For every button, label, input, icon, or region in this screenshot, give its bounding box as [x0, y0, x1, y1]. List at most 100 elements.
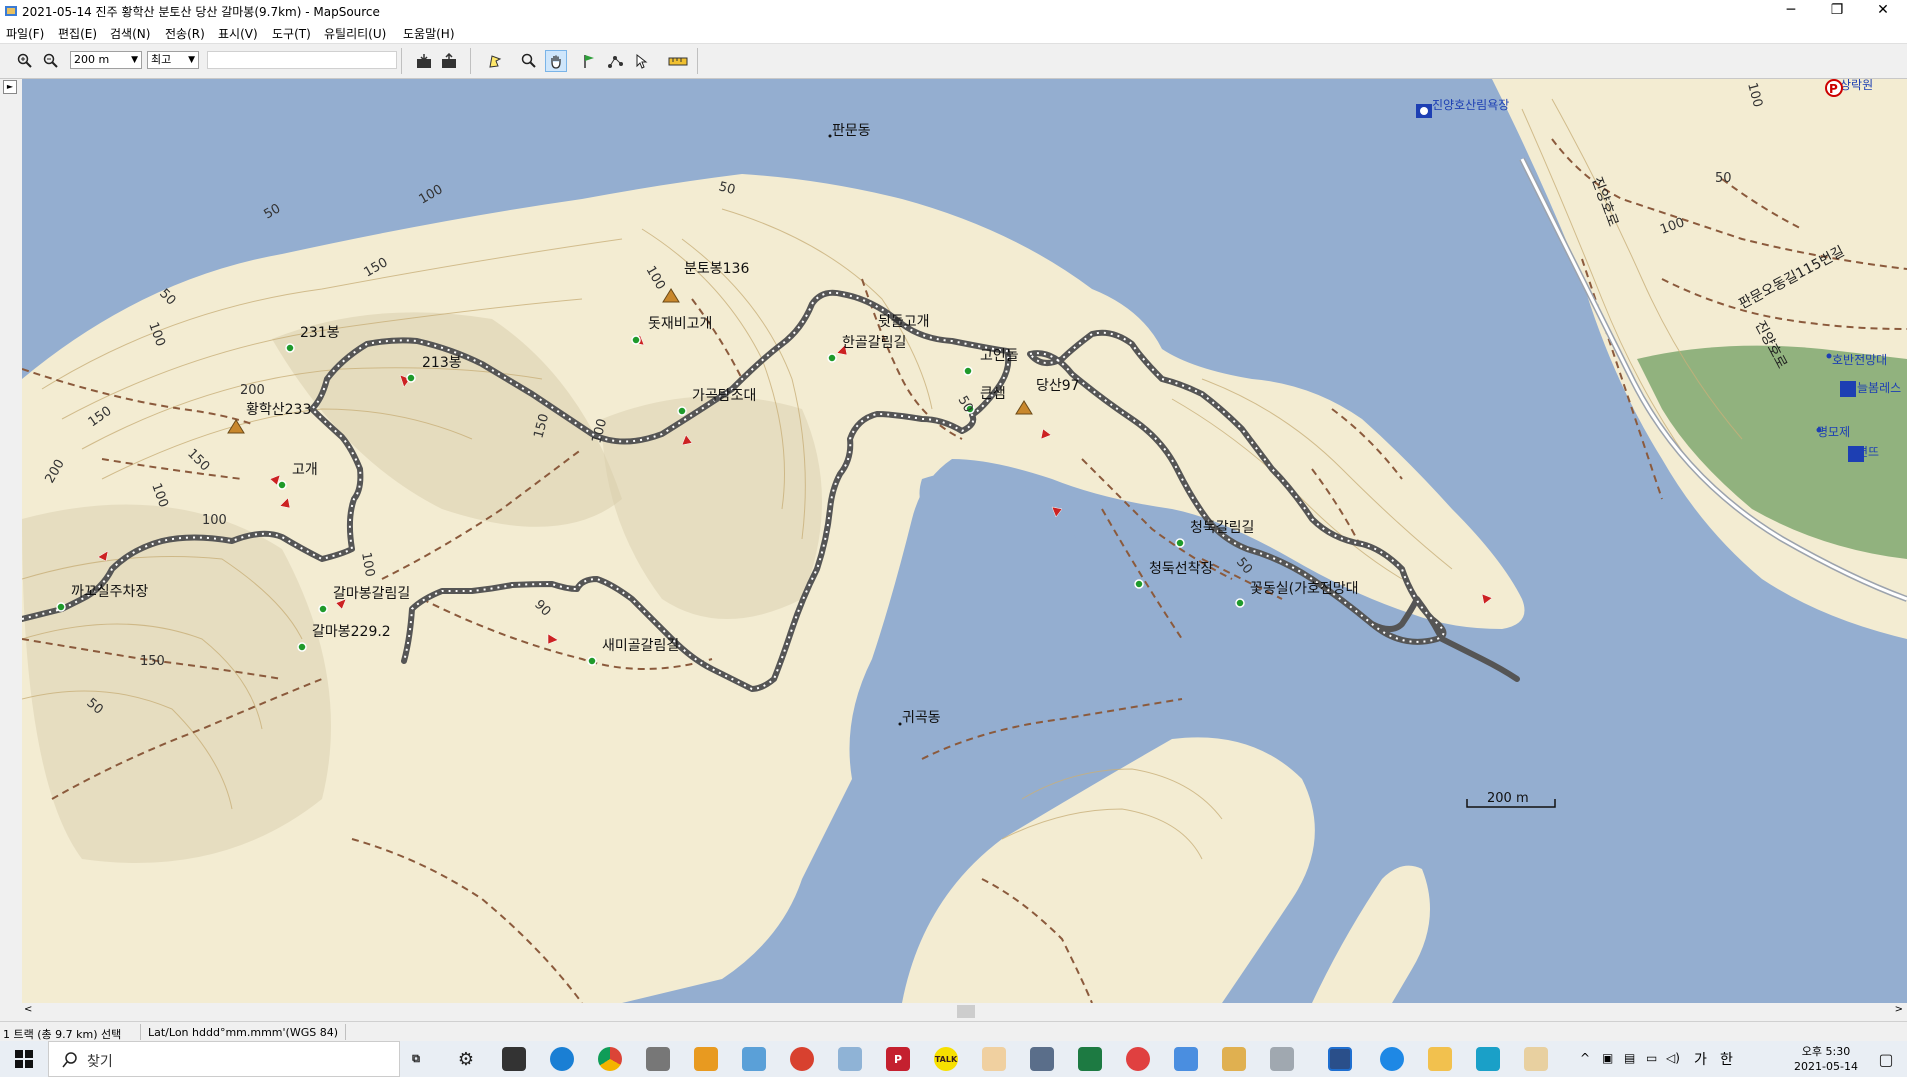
- map-view[interactable]: 분토봉136 돗재비고개 뒷들고개 한골갈림길 고인돌 당산97 큰샘 231봉…: [22, 79, 1907, 1003]
- edge-browser-icon[interactable]: [550, 1047, 574, 1071]
- mascot-app-icon[interactable]: [1222, 1047, 1246, 1071]
- chrome-browser-icon[interactable]: [598, 1047, 622, 1071]
- label-dotjaebigogae: 돗재비고개: [648, 316, 712, 332]
- windows-taskbar: 찾기 ⧉ ⚙ P TALK ^ ▣ ▤ ▭ ◁) 가 한 오후 5:30 202…: [0, 1041, 1907, 1077]
- pointer-tool-button[interactable]: [630, 50, 652, 72]
- label-saemigolgallimgil: 새미골갈림길: [602, 638, 679, 654]
- ruler-icon: [668, 57, 688, 66]
- svg-text:150: 150: [140, 654, 165, 669]
- restaurant-icon: [1840, 381, 1856, 397]
- label-231bong: 231봉: [300, 325, 340, 341]
- map-canvas[interactable]: 분토봉136 돗재비고개 뒷들고개 한골갈림길 고인돌 당산97 큰샘 231봉…: [22, 79, 1907, 1003]
- menu-utilities[interactable]: 유틸리티(U): [324, 25, 386, 42]
- poi-jinyangho-forest: 진양호산림욕장: [1432, 98, 1509, 112]
- pan-tool-button[interactable]: [545, 50, 567, 72]
- internet-explorer-icon[interactable]: [1380, 1047, 1404, 1071]
- zoom-scale-select[interactable]: 200 m ▼: [70, 51, 142, 69]
- tray-device-icon[interactable]: ▣: [1602, 1051, 1613, 1065]
- taskbar-search-box[interactable]: 찾기: [48, 1041, 400, 1077]
- scroll-right-icon[interactable]: >: [1895, 1004, 1903, 1015]
- map-horizontal-scrollbar[interactable]: < >: [22, 1003, 1907, 1020]
- zoom-in-button[interactable]: [14, 50, 36, 72]
- label-goindol: 고인돌: [980, 348, 1019, 364]
- network-tool-icon[interactable]: [646, 1047, 670, 1071]
- character-app-icon[interactable]: [982, 1047, 1006, 1071]
- route-tool-button[interactable]: [604, 50, 626, 72]
- language-indicator[interactable]: 한: [1720, 1049, 1733, 1069]
- clock-time: 오후 5:30: [1801, 1045, 1851, 1058]
- sun-app-icon[interactable]: [694, 1047, 718, 1071]
- poi-myeongmoje: 명모제: [1817, 425, 1850, 439]
- file-explorer-icon[interactable]: [1428, 1047, 1452, 1071]
- label-galmabong: 갈마봉229.2: [312, 624, 391, 640]
- ime-indicator[interactable]: 가: [1694, 1049, 1707, 1069]
- detail-level-value: 최고: [151, 53, 172, 66]
- spreadsheet-icon[interactable]: [1078, 1047, 1102, 1071]
- kakaotalk-icon[interactable]: TALK: [934, 1047, 958, 1071]
- start-button[interactable]: [0, 1041, 48, 1077]
- route-icon: [608, 56, 623, 68]
- drive-app-icon[interactable]: [838, 1047, 862, 1071]
- restore-button[interactable]: ❐: [1814, 0, 1860, 22]
- menu-bar: 파일(F) 편집(E) 검색(N) 전송(R) 표시(V) 도구(T) 유틸리티…: [0, 22, 1907, 44]
- send-to-device-button[interactable]: [438, 50, 460, 72]
- label-galmabonggallimgil: 갈마봉갈림길: [333, 586, 410, 602]
- volume-icon[interactable]: ◁): [1666, 1051, 1680, 1065]
- notification-icon[interactable]: ▢: [1874, 1047, 1898, 1071]
- waypoint-tool-button[interactable]: [578, 50, 600, 72]
- zoom-tool-button[interactable]: [518, 50, 540, 72]
- calculator-icon[interactable]: [1030, 1047, 1054, 1071]
- menu-search[interactable]: 검색(N): [110, 25, 150, 42]
- title-bar: 2021-05-14 진주 황학산 분토산 당산 갈마봉(9.7km) - Ma…: [0, 0, 1907, 22]
- blue-app-icon[interactable]: [1476, 1047, 1500, 1071]
- tool-app-icon[interactable]: [1270, 1047, 1294, 1071]
- p-app-icon[interactable]: P: [886, 1047, 910, 1071]
- settings-gear-icon[interactable]: ⚙: [454, 1047, 478, 1071]
- tray-network-icon[interactable]: ▤: [1624, 1051, 1635, 1065]
- minimize-button[interactable]: ─: [1768, 0, 1814, 22]
- red-app-icon[interactable]: [790, 1047, 814, 1071]
- device-send-icon: [442, 53, 456, 68]
- expand-panel-button[interactable]: ►: [3, 80, 17, 94]
- place-panmun-dong: 판문동: [832, 123, 871, 139]
- select-tool-button[interactable]: [484, 50, 506, 72]
- detail-level-select[interactable]: 최고 ▼: [147, 51, 199, 69]
- tray-chevron-icon[interactable]: ^: [1580, 1051, 1590, 1065]
- close-button[interactable]: ✕: [1860, 0, 1906, 22]
- image-viewer-icon[interactable]: [742, 1047, 766, 1071]
- label-cheongdukgallimgil: 청둑갈림길: [1190, 520, 1254, 536]
- magnifier-icon: [521, 53, 536, 68]
- product-select[interactable]: [207, 51, 397, 69]
- flag-icon: [584, 55, 594, 68]
- menu-file[interactable]: 파일(F): [6, 25, 44, 42]
- measure-tool-button[interactable]: [665, 50, 691, 72]
- menu-transfer[interactable]: 전송(R): [165, 25, 205, 42]
- status-divider: [345, 1024, 346, 1040]
- receive-from-device-button[interactable]: [413, 50, 435, 72]
- toolbar-divider: [401, 48, 402, 74]
- owl-app-icon[interactable]: [1524, 1047, 1548, 1071]
- task-view-icon[interactable]: ⧉: [404, 1047, 428, 1071]
- blue-red-app-icon[interactable]: [1126, 1047, 1150, 1071]
- menu-help[interactable]: 도움말(H): [403, 25, 455, 42]
- label-dangsan: 당산97: [1036, 378, 1080, 394]
- relief-shading: [22, 504, 331, 863]
- mapsource-taskbar-icon[interactable]: [1328, 1047, 1352, 1071]
- svg-text:200: 200: [240, 383, 265, 398]
- menu-view[interactable]: 표시(V): [218, 25, 258, 42]
- label-213bong: 213봉: [422, 355, 462, 371]
- zoom-out-button[interactable]: [40, 50, 62, 72]
- laptop-app-icon[interactable]: [1174, 1047, 1198, 1071]
- store-icon[interactable]: [502, 1047, 526, 1071]
- label-gagoktamjodae: 가곡탐조대: [692, 388, 756, 404]
- menu-tools[interactable]: 도구(T): [272, 25, 311, 42]
- place-dot: [898, 722, 902, 726]
- select-area-icon: [489, 55, 502, 68]
- taskbar-clock[interactable]: 오후 5:30 2021-05-14: [1791, 1044, 1861, 1074]
- scroll-left-icon[interactable]: <: [24, 1004, 32, 1015]
- menu-edit[interactable]: 편집(E): [58, 25, 97, 42]
- tray-display-icon[interactable]: ▭: [1646, 1051, 1657, 1065]
- label-hwanghaksan: 황학산233: [246, 402, 311, 418]
- scrollbar-thumb[interactable]: [957, 1005, 975, 1018]
- svg-text:P: P: [1829, 82, 1838, 96]
